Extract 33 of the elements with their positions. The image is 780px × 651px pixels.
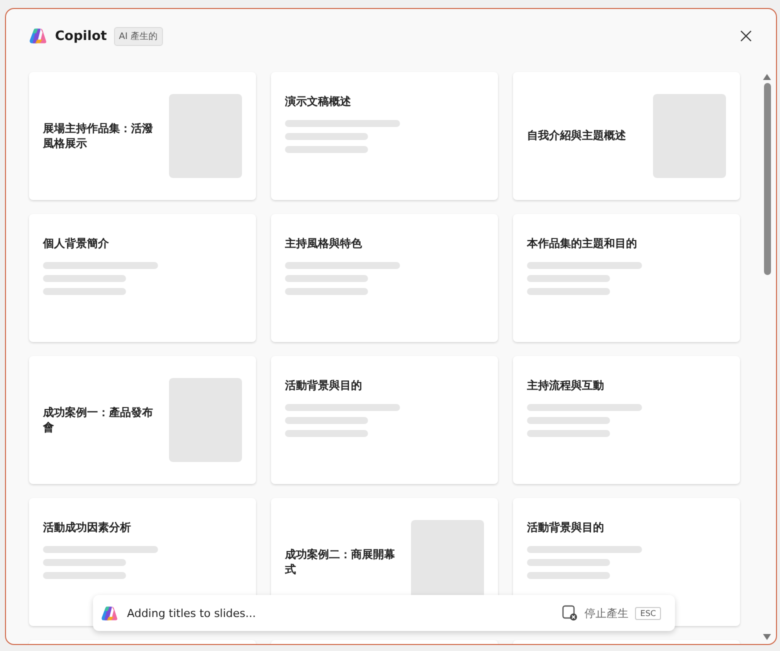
slide-card[interactable]: 本作品集的主題和目的 <box>513 214 740 342</box>
slide-title: 演示文稿概述 <box>285 94 351 110</box>
ai-generated-badge: AI 產生的 <box>114 26 163 46</box>
slide-card[interactable]: 演示文稿概述 <box>271 72 498 200</box>
stop-generating-button[interactable]: 停止產生 <box>584 606 628 620</box>
slide-title: 活動成功因素分析 <box>43 520 131 536</box>
slide-title: 主持風格與特色 <box>285 236 362 252</box>
slide-title: 成功案例一：產品發布會 <box>43 404 154 436</box>
copilot-logo-icon <box>101 604 118 622</box>
status-message: Adding titles to slides... <box>127 606 256 620</box>
slide-card[interactable]: 活動背景與目的 <box>271 356 498 484</box>
slide-card[interactable]: 主持風格與特色 <box>271 214 498 342</box>
slide-card[interactable]: 展場主持作品集：活潑風格展示 <box>29 72 256 200</box>
slide-title: 本作品集的主題和目的 <box>527 236 637 252</box>
close-icon <box>740 30 752 42</box>
copilot-logo-icon <box>29 27 47 45</box>
slide-title: 主持流程與互動 <box>527 378 604 394</box>
slide-card[interactable]: 主持流程與互動 <box>513 356 740 484</box>
slide-title: 成功案例二：商展開幕式 <box>285 546 396 578</box>
stop-icon <box>562 605 578 621</box>
slide-title: 個人背景簡介 <box>43 236 109 252</box>
slide-title: 活動背景與目的 <box>285 378 362 394</box>
scroll-up-icon[interactable] <box>763 74 771 80</box>
slide-title: 活動背景與目的 <box>527 520 604 536</box>
scroll-down-icon[interactable] <box>763 634 771 640</box>
slide-title: 展場主持作品集：活潑風格展示 <box>43 120 154 152</box>
app-title: Copilot <box>55 28 107 44</box>
scrollbar-thumb[interactable] <box>764 83 770 275</box>
slide-card[interactable]: 自我介紹與主題概述 <box>513 72 740 200</box>
slide-card[interactable]: 個人背景簡介 <box>29 214 256 342</box>
slide-title: 自我介紹與主題概述 <box>527 128 627 144</box>
slide-card[interactable]: 成功案例一：產品發布會 <box>29 356 256 484</box>
keyboard-shortcut: ESC <box>635 606 661 620</box>
